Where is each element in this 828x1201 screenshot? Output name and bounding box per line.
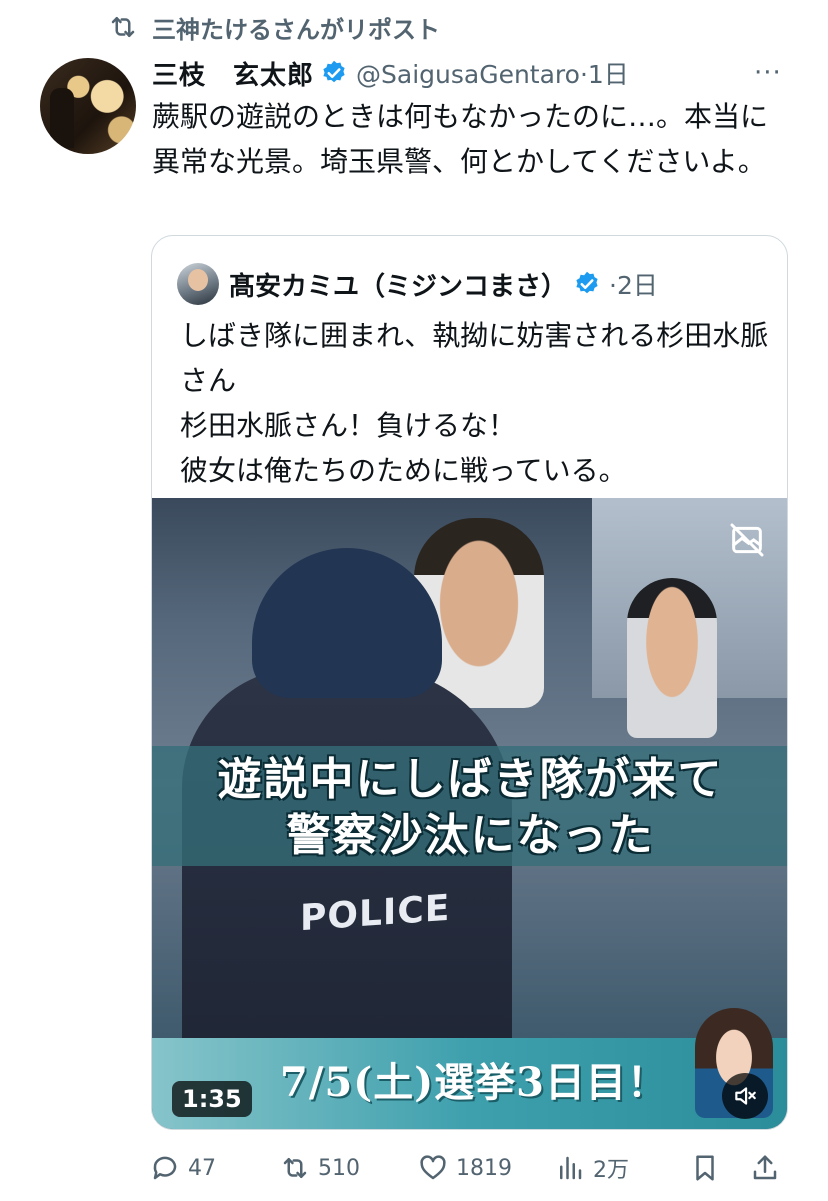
- quoted-tweet-text: しばき隊に囲まれ、執拗に妨害される杉田水脈さん 杉田水脈さん！負けるな！ 彼女は…: [180, 319, 769, 487]
- video-person: [627, 578, 717, 738]
- repost-icon: [111, 17, 135, 37]
- video-player[interactable]: 遊説中にしばき隊が来て 警察沙汰になった POLICE 7/5(土)選挙3日目！…: [152, 498, 787, 1129]
- share-button[interactable]: [750, 1150, 780, 1186]
- avatar[interactable]: [40, 58, 136, 154]
- quoted-time[interactable]: ·2日: [609, 266, 658, 302]
- views-button[interactable]: 2万: [555, 1150, 629, 1186]
- quoted-tweet-header: 髙安カミユ（ミジンコまさ） ·2日: [177, 262, 658, 306]
- like-count: 1819: [456, 1155, 512, 1181]
- repost-context[interactable]: 三神たけるさんがリポスト: [108, 10, 440, 44]
- action-bar: 47 510 1819 2万: [150, 1150, 790, 1186]
- video-election-text: 7/5(土)選挙3日目！: [280, 1059, 668, 1106]
- reply-count: 47: [188, 1155, 216, 1181]
- quoted-author-avatar[interactable]: [177, 263, 219, 305]
- quoted-tweet[interactable]: 髙安カミユ（ミジンコまさ） ·2日 しばき隊に囲まれ、執拗に妨害される杉田水脈さ…: [151, 235, 788, 1130]
- like-button[interactable]: 1819: [418, 1150, 512, 1186]
- repost-text: 三神たけるさんがリポスト: [152, 15, 440, 44]
- tweet-text: 蕨駅の遊説のときは何もなかったのに…。本当に異常な光景。埼玉県警、何とかしてくだ…: [152, 100, 769, 178]
- quoted-author-name[interactable]: 髙安カミユ（ミジンコまさ）: [229, 266, 567, 303]
- sensitive-media-icon[interactable]: [727, 520, 767, 560]
- share-icon: [753, 1155, 777, 1180]
- repost-count: 510: [318, 1155, 360, 1181]
- analytics-icon: [560, 1156, 582, 1180]
- mute-button[interactable]: [722, 1073, 768, 1119]
- view-count: 2万: [593, 1158, 629, 1183]
- video-duration: 1:35: [172, 1081, 252, 1117]
- video-caption-line1: 遊説中にしばき隊が来て: [217, 754, 724, 805]
- reply-button[interactable]: 47: [150, 1150, 216, 1186]
- video-caption-line2: 警察沙汰になった: [286, 810, 655, 861]
- muted-speaker-icon: [735, 1087, 756, 1105]
- verified-badge-icon[interactable]: [320, 59, 348, 87]
- bookmark-button[interactable]: [690, 1150, 720, 1186]
- more-options-icon[interactable]: ···: [754, 58, 782, 88]
- heart-icon: [420, 1155, 446, 1180]
- author-handle-time[interactable]: @SaigusaGentaro·1日: [356, 55, 629, 91]
- bookmark-icon: [696, 1155, 714, 1181]
- repost-icon: [283, 1158, 307, 1178]
- author-name[interactable]: 三枝 玄太郎: [152, 55, 314, 92]
- verified-badge-icon[interactable]: [573, 270, 601, 298]
- tweet-header: 三枝 玄太郎 @SaigusaGentaro·1日: [152, 55, 629, 91]
- repost-button[interactable]: 510: [280, 1150, 360, 1186]
- reply-icon: [153, 1156, 177, 1180]
